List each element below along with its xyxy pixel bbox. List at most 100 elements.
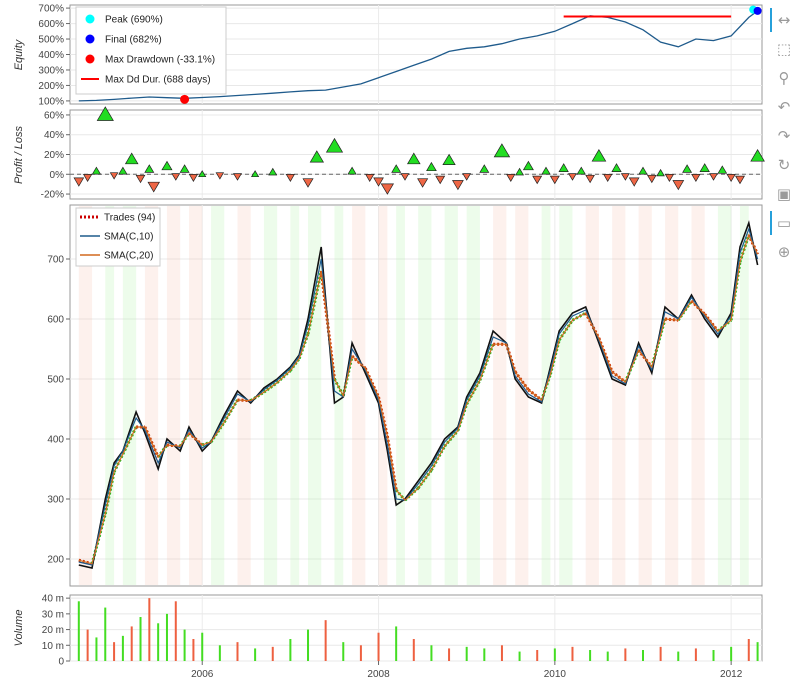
price-legend: Trades (94) SMA(C,10) SMA(C,20) [75,207,161,267]
trade-span-shade [612,206,626,585]
volume-bar [518,651,521,661]
volume-y-tick-label: 20 m [42,625,64,636]
volume-bar [174,601,177,661]
volume-bar [465,646,468,661]
trade-span-shade [352,206,366,585]
volume-bar [659,646,662,661]
equity-y-tick-label: 300% [38,65,64,76]
profit-loss-y-tick-label: 0% [50,170,65,181]
volume-bar [677,651,680,661]
volume-bar [483,648,486,661]
x-tick-label: 2008 [367,669,390,680]
volume-bar [448,648,451,661]
volume-y-ticks: 0 10 m 20 m 30 m 40 m [42,594,70,668]
profit-loss-y-tick-label: 60% [44,110,64,121]
equity-y-tick-label: 700% [38,4,64,15]
volume-bar [218,645,221,661]
volume-plot-frame [69,594,763,662]
volume-bar [113,642,116,661]
volume-y-tick-label: 10 m [42,641,64,652]
volume-bar [395,626,398,661]
volume-bar [289,639,292,661]
trade-span-shade [263,206,278,585]
price-y-tick-label: 200 [47,555,64,566]
volume-bar [95,637,98,661]
trade-span-shade [493,206,507,585]
trade-span-shade [211,206,225,585]
volume-y-tick-label: 0 [58,657,64,668]
trade-span-shade [166,206,181,585]
trade-span-shade [665,206,679,585]
volume-bar [342,642,345,661]
final-marker [753,6,762,15]
volume-bar [139,617,142,661]
pan-icon[interactable]: ↔ [770,8,796,32]
volume-bar [271,646,274,661]
equity-y-tick-label: 400% [38,50,64,61]
volume-bar [712,650,715,661]
crosshair-icon[interactable]: ⊕ [772,240,796,264]
trade-span-shade [691,206,705,585]
profit-loss-panel: -20% 0% 20% 40% 60% Profit / Loss [13,106,765,201]
volume-bar [730,646,733,661]
undo-icon[interactable]: ↶ [772,95,796,119]
legend-swatch-dot [85,54,95,64]
volume-y-tick-label: 40 m [42,594,64,605]
volume-bar [86,629,89,661]
volume-panel: 0 10 m 20 m 30 m 40 m 2006 2008 2010 2012 Volum… [13,594,763,680]
equity-axis-title: Equity [13,38,25,70]
profit-loss-y-tick-label: 40% [44,130,64,141]
volume-bar [130,626,133,661]
box-zoom-icon[interactable]: ⬚ [772,37,796,61]
volume-x-ticks: 2006 2008 2010 2012 [191,661,743,680]
price-y-tick-label: 500 [47,375,64,386]
volume-bar [500,645,503,661]
equity-legend-label: Peak (690%) [105,15,163,26]
reset-icon[interactable]: ↻ [772,153,796,177]
legend-swatch-dot [85,14,95,24]
redo-icon[interactable]: ↷ [772,124,796,148]
volume-bar [589,650,592,661]
volume-axis-title: Volume [13,610,25,647]
price-y-tick-label: 300 [47,495,64,506]
trade-span-shade [378,206,388,585]
price-panel: 200 300 400 500 600 700 Trades (94) SMA(C,10) S… [47,204,763,587]
volume-bar [536,650,539,661]
equity-y-tick-label: 500% [38,35,64,46]
volume-bar [324,620,327,661]
volume-bar [201,632,204,661]
equity-legend-label: Max Dd Dur. (688 days) [105,75,211,86]
volume-bar [104,607,107,661]
equity-legend-label: Max Drawdown (-33.1%) [105,55,215,66]
volume-bar [412,639,415,661]
max-drawdown-marker [180,94,190,104]
profit-loss-y-ticks: -20% 0% 20% 40% 60% [41,110,70,201]
volume-bar [77,601,80,661]
price-y-tick-label: 400 [47,435,64,446]
trade-span-shade [290,206,300,585]
trade-span-shade [559,206,573,585]
legend-swatch-dot [85,34,95,44]
volume-bar [254,648,257,661]
equity-legend: Peak (690%) Final (682%) Max Drawdown (-33… [75,6,227,95]
volume-bar [148,598,151,661]
volume-bar [121,635,124,661]
x-tick-label: 2010 [544,669,567,680]
equity-y-tick-label: 200% [38,81,64,92]
price-y-tick-label: 700 [47,255,64,266]
volume-bar [747,639,750,661]
volume-bar [307,629,310,661]
save-icon[interactable]: ▣ [772,182,796,206]
volume-bar [359,645,362,661]
hover-icon[interactable]: ▭ [770,211,796,235]
chart-toolbar: ↔ ⬚ ⚲ ↶ ↷ ↻ ▣ ▭ ⊕ [768,0,800,300]
volume-bar [694,648,697,661]
wheel-zoom-icon[interactable]: ⚲ [772,66,796,90]
equity-y-tick-label: 100% [38,96,64,107]
trade-span-shade [308,206,322,585]
price-y-ticks: 200 300 400 500 600 700 [47,255,70,566]
volume-bar [165,613,168,661]
volume-bar [571,646,574,661]
volume-bar [606,651,609,661]
volume-bar [641,650,644,661]
